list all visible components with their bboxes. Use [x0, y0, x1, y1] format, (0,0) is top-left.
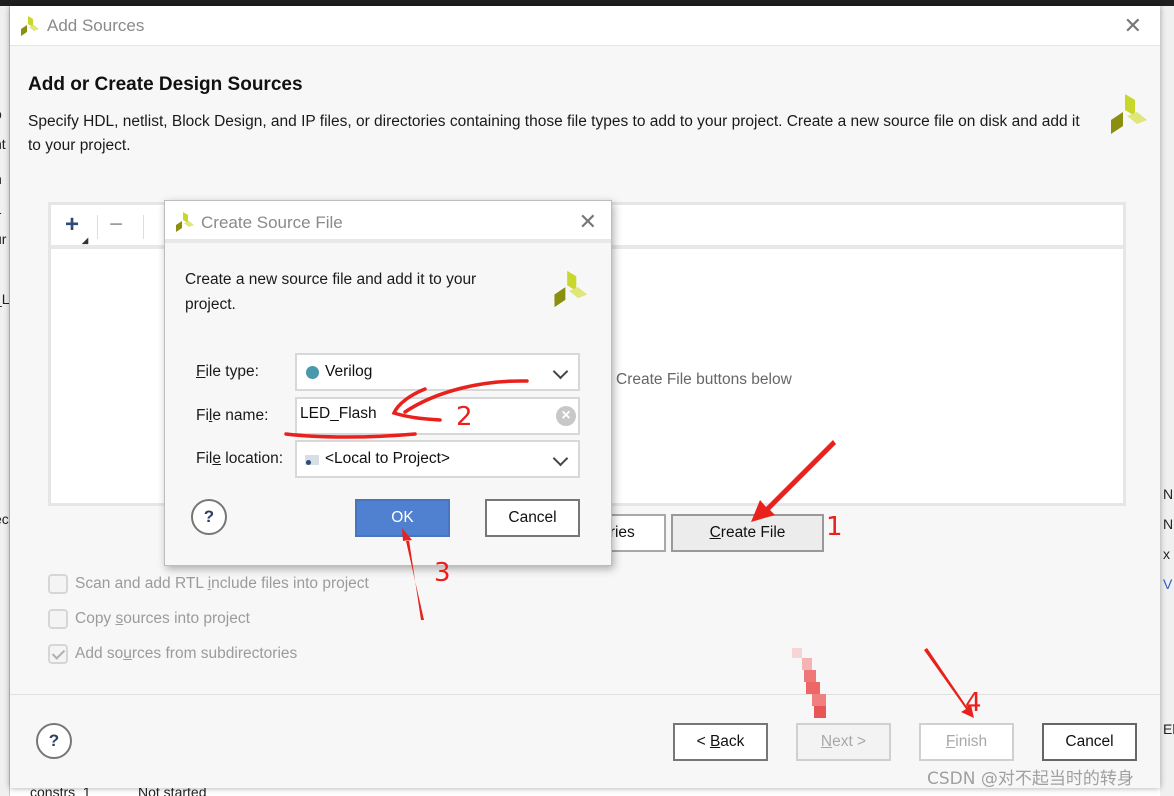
chevron-down-icon[interactable]	[552, 363, 569, 380]
close-icon[interactable]: ✕	[579, 211, 597, 233]
help-button[interactable]: ?	[191, 499, 227, 535]
file-type-label: File type:	[196, 363, 259, 380]
file-name-label: File name:	[196, 407, 269, 424]
plus-icon: +	[65, 211, 80, 238]
bg-text: _Li	[0, 291, 10, 307]
folder-icon	[305, 455, 319, 465]
file-location-select[interactable]: <Local to Project>	[295, 440, 580, 478]
bg-text: o	[0, 106, 2, 122]
dialog-titlebar: Add Sources ✕	[10, 6, 1160, 46]
checkbox-box[interactable]	[48, 609, 68, 629]
help-button[interactable]: ?	[36, 723, 72, 759]
background-app-right: N N x V El	[1160, 6, 1174, 796]
bg-text: N	[1163, 486, 1174, 502]
toolbar-divider	[97, 215, 98, 239]
bg-text: El	[1163, 721, 1174, 737]
watermark: CSDN @对不起当时的转身	[927, 769, 1134, 789]
annotation-step-2: 2	[456, 402, 473, 432]
create-file-button[interactable]: Create File	[671, 514, 824, 552]
close-icon[interactable]: ✕	[1124, 15, 1142, 37]
selected-value: <Local to Project>	[325, 450, 450, 467]
cancel-button[interactable]: Cancel	[485, 499, 580, 537]
verilog-dot-icon	[306, 366, 319, 379]
bg-text: ur	[0, 231, 7, 247]
checkbox-label: Add sources from subdirectories	[75, 645, 298, 662]
annotation-step-3: 3	[434, 558, 451, 588]
bg-text: ec	[0, 511, 9, 527]
empty-list-hint: Create File buttons below	[616, 371, 792, 388]
bg-text: n	[0, 171, 2, 187]
add-file-button[interactable]: + ◢	[65, 211, 88, 246]
sub-dialog-title: Create Source File	[201, 213, 343, 232]
clear-icon[interactable]: ×	[556, 406, 576, 426]
selected-value: Verilog	[325, 363, 373, 380]
create-source-file-dialog: Create Source File ✕ Create a new source…	[164, 200, 612, 566]
help-icon: ?	[203, 507, 215, 526]
cancel-button[interactable]: Cancel	[1042, 723, 1137, 761]
help-icon: ?	[48, 731, 60, 750]
minus-icon: −	[109, 211, 124, 238]
ok-button[interactable]: OK	[355, 499, 450, 537]
bg-text: N	[1163, 516, 1174, 532]
button-label: reate File	[720, 524, 786, 541]
bg-text: 1	[0, 201, 2, 217]
toolbar-divider	[143, 215, 144, 239]
file-name-input[interactable]	[300, 405, 550, 423]
file-name-field[interactable]: ×	[295, 397, 580, 435]
checkbox-label: Scan and add RTL include files into proj…	[75, 575, 369, 592]
chevron-down-icon[interactable]	[552, 450, 569, 467]
dropdown-corner-icon: ◢	[82, 236, 89, 245]
mnemonic: C	[709, 524, 721, 541]
checkbox-label: Copy sources into project	[75, 610, 250, 627]
finish-button[interactable]: Finish	[919, 723, 1014, 761]
sub-dialog-titlebar: Create Source File ✕	[165, 201, 611, 243]
remove-file-button[interactable]: −	[109, 213, 123, 237]
checkbox-box-checked[interactable]	[48, 644, 68, 664]
next-button[interactable]: Next >	[796, 723, 891, 761]
bg-link: V	[1163, 576, 1173, 592]
bg-text: nt	[0, 136, 6, 152]
vivado-logo-icon	[1111, 94, 1147, 134]
annotation-step-4: 4	[965, 688, 982, 718]
annotation-step-1: 1	[826, 512, 843, 542]
dialog-title: Add Sources	[47, 16, 145, 35]
page-heading: Add or Create Design Sources	[28, 74, 303, 95]
file-type-select[interactable]: Verilog	[295, 353, 580, 391]
file-location-label: File location:	[196, 450, 284, 467]
sub-dialog-description: Create a new source file and add it to y…	[185, 271, 477, 313]
page-description: Specify HDL, netlist, Block Design, and …	[28, 113, 1080, 154]
checkbox-box[interactable]	[48, 574, 68, 594]
bg-text: x	[1163, 546, 1170, 562]
vivado-logo-icon	[554, 270, 588, 308]
vivado-logo-icon	[176, 212, 194, 232]
background-app-left: o nt n 1 ur _Li ec	[0, 6, 10, 796]
vivado-logo-icon	[21, 16, 39, 36]
footer-divider	[10, 694, 1160, 695]
back-button[interactable]: < Back	[673, 723, 768, 761]
